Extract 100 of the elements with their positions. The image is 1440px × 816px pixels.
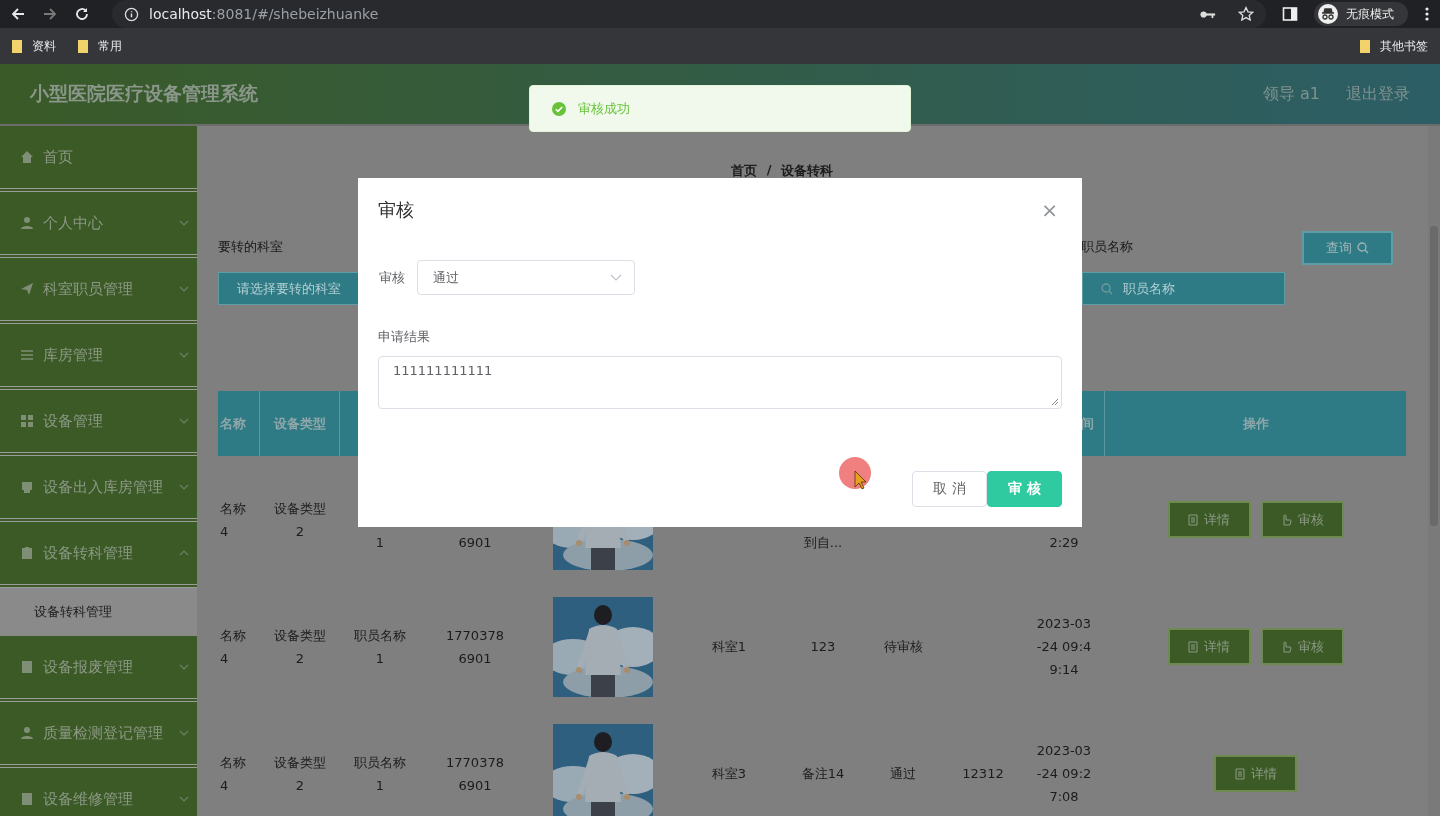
confirm-button[interactable]: 审 核 [987,471,1062,507]
table-cell-text: 名称 4 [220,626,246,668]
sidebar-item[interactable]: 库房管理 [0,324,197,390]
folder-icon [78,39,88,53]
field-label: 申请结果 [378,328,431,346]
info-icon [124,6,139,22]
table-cell-text: 到自... [803,534,843,552]
table-cell-text: 名称 4 [220,753,246,795]
url-text: localhost:8081/#/shebeizhuanke [149,6,380,22]
logout-link[interactable]: 退出登录 [1346,83,1410,105]
sidebar-item[interactable]: 设备管理 [0,390,197,456]
details-button[interactable]: 详情 [1167,501,1251,538]
breadcrumb-item[interactable]: 设备转科 [781,162,834,180]
result-textarea[interactable]: 111111111111 [378,356,1062,409]
key-icon[interactable] [1200,8,1216,20]
menu-item-icon [20,414,34,428]
search-button[interactable]: 查询 [1302,231,1393,265]
breadcrumb-separator: / [766,162,772,179]
document-icon [1188,513,1198,526]
table-cell-text: 1 [375,534,385,552]
incognito-icon [1318,4,1338,24]
table-cell-text: 设备类型 2 [274,499,326,541]
column-header: 设备类型 [273,414,326,433]
bookmark[interactable]: 常用 [78,37,122,55]
search-icon [1357,242,1369,254]
menu-item-icon [20,480,34,494]
menu-item-icon [20,150,34,164]
column-header: 间 [1081,414,1094,433]
address-bar[interactable]: localhost:8081/#/shebeizhuanke [112,0,1266,28]
document-icon [1188,640,1198,653]
table-cell-text: 123 [810,638,836,656]
chevron-icon [179,220,189,226]
sidebar-item[interactable]: 首页 [0,126,197,192]
close-button[interactable]: × [1041,200,1058,220]
menu-item-icon [20,726,34,740]
search-field[interactable]: 职员名称 [1082,272,1285,305]
chevron-icon [179,796,189,802]
table-cell-text: 2023-03 -24 09:4 9:14 [1036,615,1092,679]
chevron-icon [179,286,189,292]
table-cell-text: 名称 4 [220,499,246,541]
sidebar-toggle-icon[interactable] [1282,6,1298,22]
back-icon[interactable] [10,6,26,22]
menu-item-icon [20,216,34,230]
bookmark[interactable]: 其他书签 [1360,37,1428,55]
table-cell-text: 备注14 [801,765,845,783]
table-cell-text: 待审核 [883,638,923,656]
incognito-button[interactable]: 无痕模式 [1314,2,1408,26]
dialog-title: 审核 [378,198,414,222]
bookmark[interactable]: 资料 [12,37,56,55]
table-cell-text: 6901 [458,534,492,552]
chevron-icon [179,484,189,490]
table-cell-text: 通过 [890,765,916,783]
menu-item-icon [20,660,34,674]
menu-item-icon [20,792,34,806]
resize-grip-icon [1051,398,1059,406]
chevron-icon [179,352,189,358]
sidebar-item[interactable]: 质量检测登记管理 [0,702,197,768]
chevron-icon [179,730,189,736]
sidebar-item[interactable]: 个人中心 [0,192,197,258]
table-cell-text: 设备类型 2 [274,626,326,668]
caret-icon [610,274,622,281]
field-label: 职员名称 [1081,238,1134,256]
review-select[interactable]: 通过 [417,260,635,295]
table-cell-text: 1770378 6901 [446,626,504,668]
success-icon [552,101,566,116]
hand-icon [1280,513,1292,526]
review-button[interactable]: 审核 [1260,628,1344,665]
user-name[interactable]: 领导 a1 [1262,83,1320,105]
table-cell-text: 2023-03 -24 09:2 7:08 [1036,742,1092,806]
table-cell-text: 1770378 6901 [446,753,504,795]
breadcrumb-item[interactable]: 首页 [730,162,757,180]
table-cell-text: 2:29 [1049,534,1079,552]
sidebar-item[interactable]: 设备转科管理 [0,522,197,588]
table-cell-text: 职员名称 1 [354,626,406,668]
column-header: 名称 [220,414,246,433]
app-title: 小型医院医疗设备管理系统 [30,81,258,106]
details-button[interactable]: 详情 [1167,628,1251,665]
table-cell-text: 职员名称 1 [354,753,406,795]
folder-icon [12,39,22,53]
chevron-icon [179,418,189,424]
chevron-icon [179,664,189,670]
sidebar-item[interactable]: 设备出入库房管理 [0,456,197,522]
table-cell-text: 科室3 [711,765,747,783]
forward-icon[interactable] [42,6,58,22]
search-icon [1101,282,1113,295]
table-cell-text: 科室1 [711,638,747,656]
sidebar-item[interactable]: 设备维修管理 [0,768,197,816]
review-button[interactable]: 审核 [1260,501,1344,538]
details-button[interactable]: 详情 [1214,755,1297,792]
reload-icon[interactable] [74,6,90,22]
table-cell-text: 12312 [962,765,1004,783]
table-cell-text: 设备类型 2 [274,753,326,795]
menu-item-icon [20,348,34,362]
cancel-button[interactable]: 取 消 [912,471,987,507]
sidebar-item[interactable]: 科室职员管理 [0,258,197,324]
sidebar-item[interactable]: 设备报废管理 [0,636,197,702]
menu-icon[interactable] [1424,6,1430,22]
hand-icon [1280,640,1292,653]
field-label: 要转的科室 [218,238,284,256]
star-icon[interactable] [1238,6,1254,22]
